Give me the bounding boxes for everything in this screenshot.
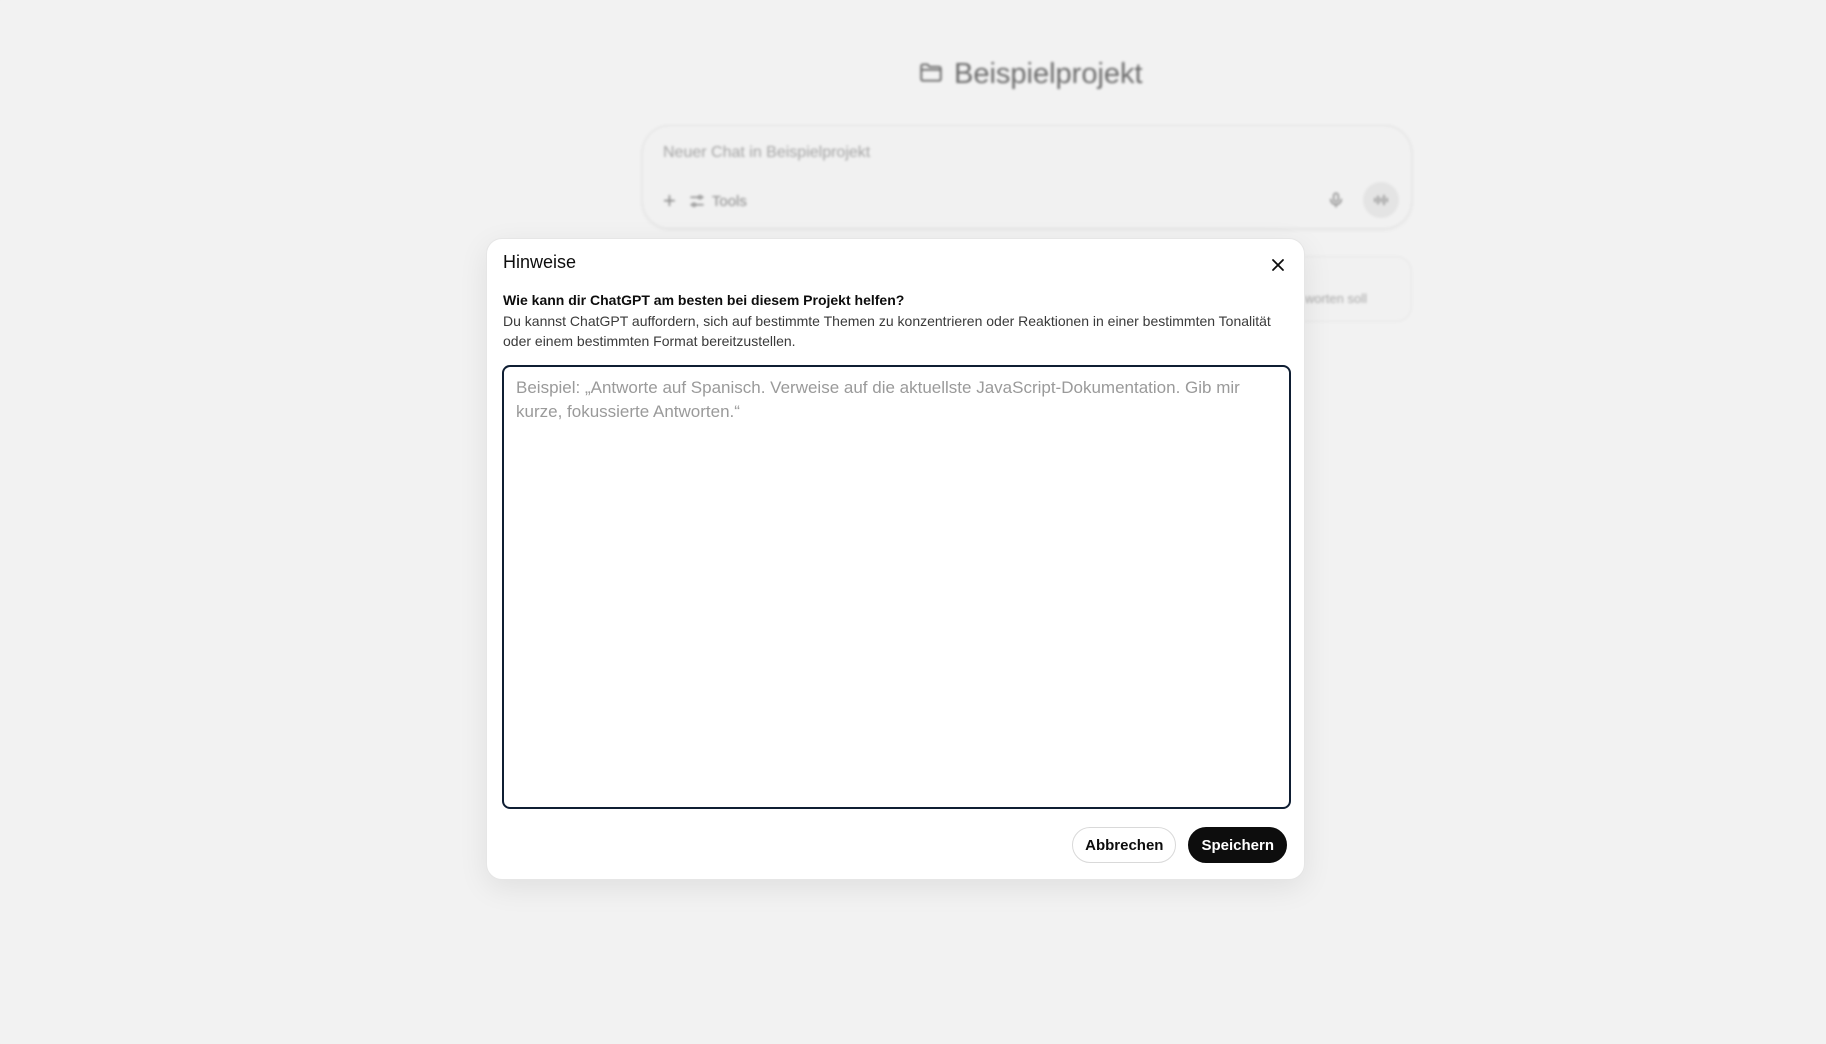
modal-title: Hinweise — [503, 252, 577, 272]
project-title: Beispielprojekt — [954, 58, 1143, 90]
modal-question: Wie kann dir ChatGPT am besten bei diese… — [503, 292, 905, 308]
sliders-icon — [690, 195, 704, 207]
cancel-button[interactable]: Abbrechen — [1072, 827, 1177, 863]
composer-toolbar: + Tools — [663, 190, 747, 212]
composer-actions — [1319, 182, 1399, 218]
close-icon — [1272, 259, 1284, 271]
instructions-textarea[interactable] — [504, 367, 1289, 807]
instructions-snippet: worten soll — [1304, 291, 1367, 306]
instructions-modal: Hinweise Wie kann dir ChatGPT am besten … — [486, 238, 1305, 880]
voice-mode-button[interactable] — [1363, 182, 1399, 218]
chat-composer[interactable]: Neuer Chat in Beispielprojekt + Tools — [642, 125, 1412, 229]
save-button[interactable]: Speichern — [1188, 827, 1287, 863]
close-button[interactable] — [1266, 253, 1290, 277]
plus-icon[interactable]: + — [663, 190, 676, 212]
page: Beispielprojekt Neuer Chat in Beispielpr… — [0, 0, 1826, 1044]
voice-mode-icon — [1374, 194, 1388, 206]
modal-footer: Abbrechen Speichern — [1072, 827, 1287, 863]
composer-placeholder[interactable]: Neuer Chat in Beispielprojekt — [663, 144, 870, 162]
tools-label: Tools — [711, 192, 747, 210]
modal-description: Du kannst ChatGPT auffordern, sich auf b… — [503, 313, 1271, 349]
instructions-textarea-wrapper — [502, 365, 1291, 809]
project-header: Beispielprojekt — [918, 58, 1143, 91]
tools-button[interactable]: Tools — [688, 192, 747, 210]
microphone-icon[interactable] — [1319, 183, 1353, 217]
folder-icon — [918, 59, 944, 90]
